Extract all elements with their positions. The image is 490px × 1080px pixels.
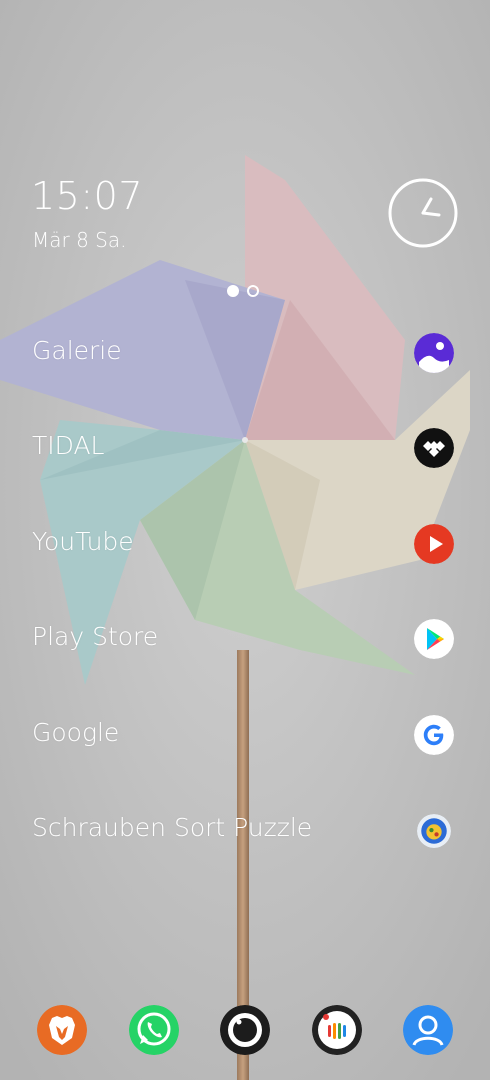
bars-icon[interactable]	[312, 1005, 362, 1055]
play-store-icon[interactable]	[414, 619, 454, 659]
page-dot	[247, 285, 259, 297]
app-label: Play Store	[32, 622, 159, 651]
lion-icon[interactable]	[37, 1005, 87, 1055]
app-row-schrauben-sort-puzzle[interactable]: Schrauben Sort Puzzle	[0, 800, 490, 860]
app-label: YouTube	[32, 527, 134, 556]
app-label: TIDAL	[32, 431, 105, 460]
youtube-icon[interactable]	[414, 524, 454, 564]
camera-icon[interactable]	[220, 1005, 270, 1055]
page-dot-active	[227, 285, 239, 297]
clock-time[interactable]: 15:07	[31, 174, 143, 218]
clock-date[interactable]: Mär 8 Sa.	[32, 228, 126, 252]
app-row-youtube[interactable]: YouTube	[0, 514, 490, 574]
app-row-galerie[interactable]: Galerie	[0, 323, 490, 383]
phone-icon[interactable]	[129, 1005, 179, 1055]
dock	[0, 1005, 490, 1061]
tidal-icon[interactable]	[414, 428, 454, 468]
clock-icon[interactable]	[388, 178, 458, 248]
app-label: Schrauben Sort Puzzle	[32, 813, 313, 842]
person-icon[interactable]	[403, 1005, 453, 1055]
gallery-icon[interactable]	[414, 333, 454, 373]
app-label: Google	[32, 718, 120, 747]
page-indicator	[227, 285, 259, 297]
app-row-tidal[interactable]: TIDAL	[0, 418, 490, 478]
app-row-google[interactable]: Google	[0, 705, 490, 765]
google-icon[interactable]	[414, 715, 454, 755]
app-label: Galerie	[32, 336, 122, 365]
app-row-play-store[interactable]: Play Store	[0, 609, 490, 669]
puzzle-game-icon[interactable]	[417, 814, 451, 848]
